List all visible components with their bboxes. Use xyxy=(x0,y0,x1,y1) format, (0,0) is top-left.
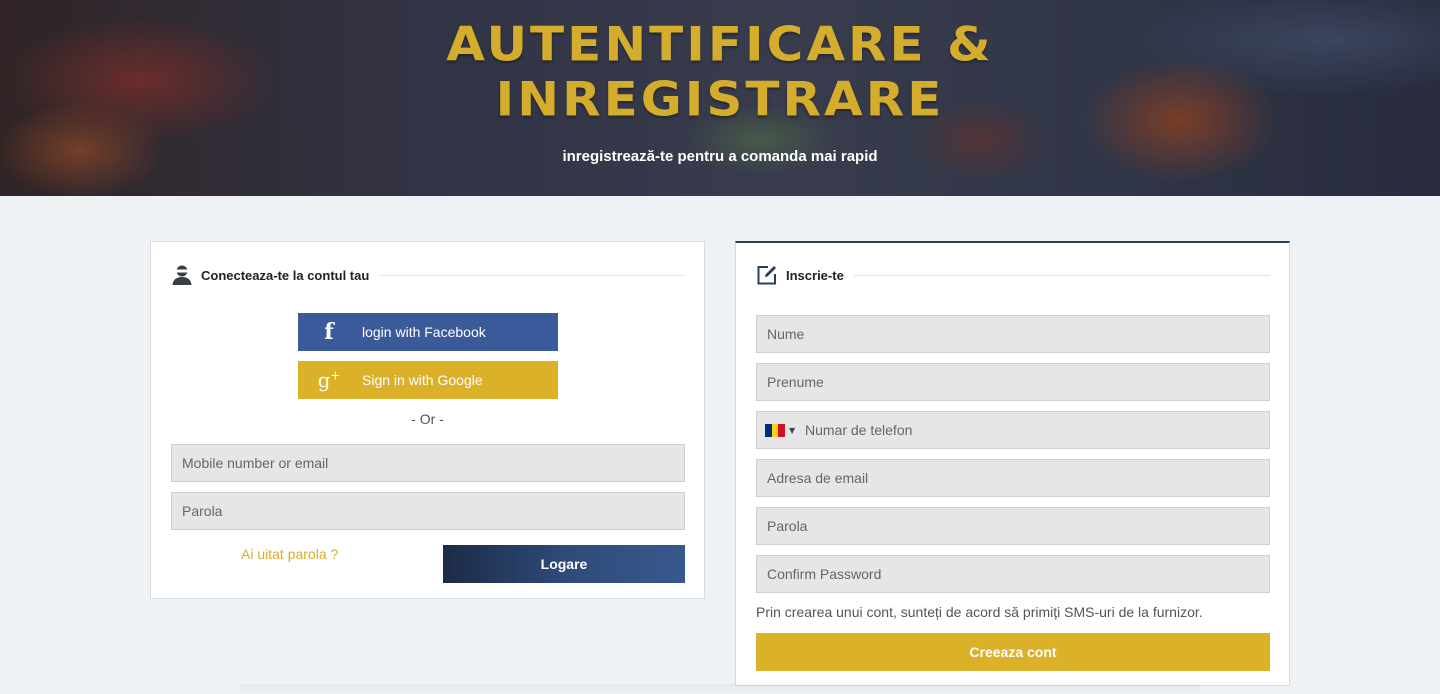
facebook-login-label: login with Facebook xyxy=(362,324,486,340)
signup-password-input[interactable] xyxy=(756,507,1270,545)
phone-input[interactable] xyxy=(803,412,1269,448)
login-button[interactable]: Logare xyxy=(443,545,685,583)
login-heading: Conecteaza-te la contul tau xyxy=(201,267,370,283)
bottom-shadow xyxy=(240,684,1200,694)
facebook-icon: f xyxy=(324,319,334,345)
user-icon xyxy=(171,264,193,286)
or-separator: - Or - xyxy=(411,411,444,427)
page-subtitle: inregistrează-te pentru a comanda mai ra… xyxy=(562,148,878,165)
login-panel: Conecteaza-te la contul tau f login with… xyxy=(150,241,705,599)
facebook-login-button[interactable]: f login with Facebook xyxy=(298,313,558,351)
edit-icon xyxy=(756,264,778,286)
identity-input[interactable] xyxy=(171,444,685,482)
google-plus-icon: g+ xyxy=(317,368,341,392)
signup-panel-header: Inscrie-te xyxy=(756,261,1270,289)
create-account-button[interactable]: Creeaza cont xyxy=(756,633,1270,671)
terms-notice: Prin crearea unui cont, sunteți de acord… xyxy=(756,604,1203,620)
forgot-password-link[interactable]: Ai uitat parola ? xyxy=(241,546,338,562)
google-login-button[interactable]: g+ Sign in with Google xyxy=(298,361,558,399)
heading-divider xyxy=(379,274,685,276)
romania-flag-icon xyxy=(765,423,786,437)
login-panel-header: Conecteaza-te la contul tau xyxy=(171,262,685,288)
signup-panel: Inscrie-te ▼ Prin crearea unui cont, sun… xyxy=(735,241,1290,686)
heading-divider xyxy=(853,274,1270,276)
page-title: AUTENTIFICARE & INREGISTRARE xyxy=(0,17,1440,127)
confirm-password-input[interactable] xyxy=(756,555,1270,593)
email-input[interactable] xyxy=(756,459,1270,497)
last-name-input[interactable] xyxy=(756,363,1270,401)
first-name-input[interactable] xyxy=(756,315,1270,353)
hero-banner: AUTENTIFICARE & INREGISTRARE inregistrea… xyxy=(0,0,1440,196)
signup-heading: Inscrie-te xyxy=(786,267,844,283)
login-password-input[interactable] xyxy=(171,492,685,530)
page-title-line-2: INREGISTRARE xyxy=(495,72,945,128)
phone-field: ▼ xyxy=(756,411,1270,449)
google-login-label: Sign in with Google xyxy=(362,372,483,388)
chevron-down-icon: ▼ xyxy=(789,425,796,435)
country-selector[interactable]: ▼ xyxy=(757,412,803,448)
page-title-line-1: AUTENTIFICARE & xyxy=(446,16,994,72)
